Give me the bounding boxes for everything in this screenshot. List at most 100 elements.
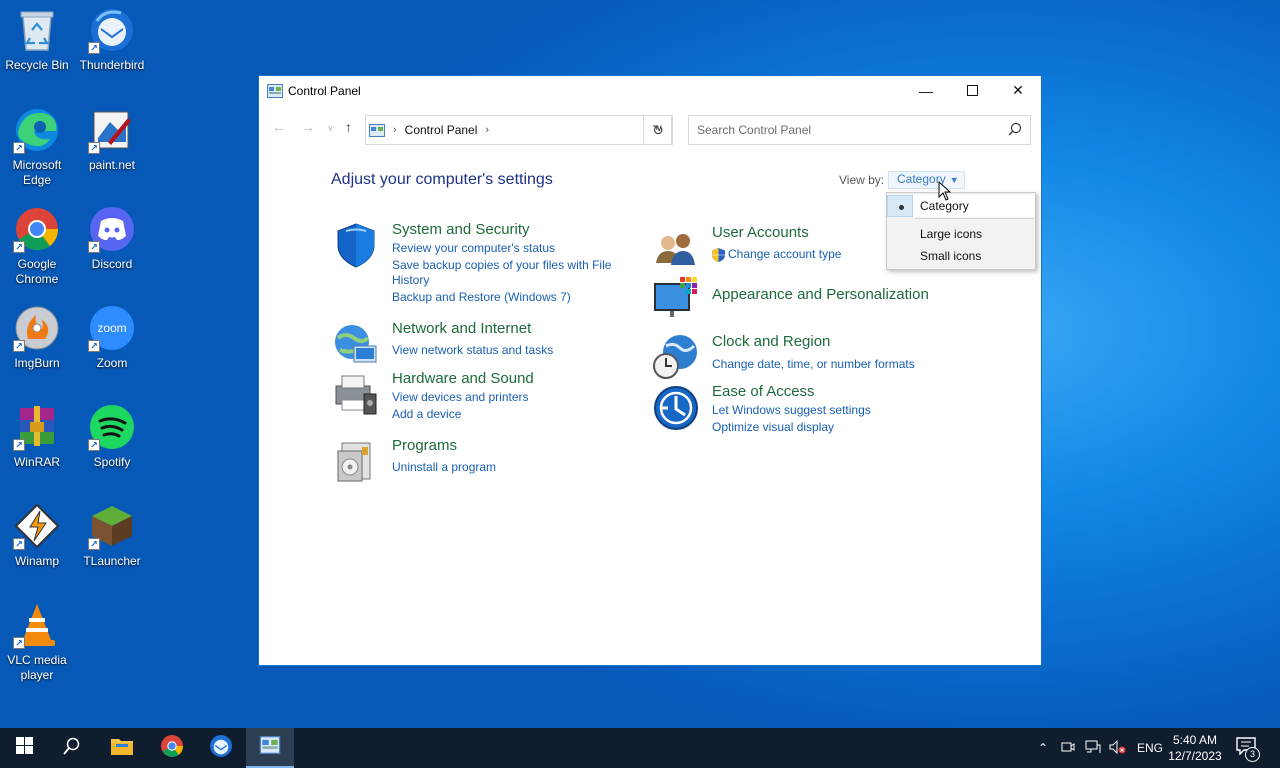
- shortcut-arrow-icon: ↗: [88, 42, 100, 54]
- title-bar[interactable]: Control Panel — ✕: [259, 76, 1041, 105]
- menu-item-small-icons[interactable]: Small icons: [887, 245, 1035, 267]
- view-network-status-link[interactable]: View network status and tasks: [392, 343, 553, 357]
- zoom-icon: zoom ↗: [88, 304, 136, 352]
- desktop-icon-paintnet[interactable]: ↗ paint.net: [75, 100, 149, 192]
- clock-time: 5:40 AM: [1172, 733, 1218, 747]
- view-by-dropdown[interactable]: Category ▼: [888, 171, 965, 189]
- change-account-type-link[interactable]: Change account type: [728, 247, 841, 261]
- desktop-icon-winrar[interactable]: ↗ WinRAR: [0, 397, 74, 489]
- search-icon[interactable]: [1008, 122, 1022, 136]
- uninstall-program-link[interactable]: Uninstall a program: [392, 460, 496, 474]
- menu-item-large-icons[interactable]: Large icons: [887, 223, 1035, 245]
- desktop-icon-zoom[interactable]: zoom ↗ Zoom: [75, 298, 149, 390]
- desktop-icon-imgburn[interactable]: ↗ ImgBurn: [0, 298, 74, 390]
- category-title[interactable]: Programs: [392, 437, 457, 454]
- show-hidden-icons-chevron-icon[interactable]: ⌃: [1035, 741, 1051, 755]
- shortcut-arrow-icon: ↗: [88, 241, 100, 253]
- save-backup-link[interactable]: Save backup copies of your files with Fi…: [392, 258, 611, 272]
- search-input[interactable]: [697, 123, 997, 137]
- taskbar-thunderbird[interactable]: [197, 728, 245, 768]
- shortcut-arrow-icon: ↗: [13, 142, 25, 154]
- desktop-icon-thunderbird[interactable]: ↗ Thunderbird: [75, 0, 149, 92]
- minimize-icon: —: [919, 82, 933, 99]
- change-date-time-link[interactable]: Change date, time, or number formats: [712, 357, 915, 371]
- desktop-icon-winamp[interactable]: ↗ Winamp: [0, 496, 74, 588]
- breadcrumb-control-panel[interactable]: Control Panel: [405, 123, 478, 137]
- taskbar-search-button[interactable]: [48, 728, 96, 768]
- desktop-icon-chrome[interactable]: ↗ Google Chrome: [0, 199, 74, 291]
- desktop-icon-spotify[interactable]: ↗ Spotify: [75, 397, 149, 489]
- view-devices-link[interactable]: View devices and printers: [392, 390, 529, 404]
- imgburn-icon: ↗: [13, 304, 61, 352]
- review-status-link[interactable]: Review your computer's status: [392, 241, 555, 255]
- refresh-button[interactable]: ↻: [643, 115, 673, 145]
- back-arrow-icon[interactable]: ←: [272, 119, 286, 135]
- category-title[interactable]: System and Security: [392, 221, 530, 238]
- breadcrumb-separator-icon[interactable]: ›: [485, 124, 489, 136]
- volume-muted-icon[interactable]: [1109, 739, 1127, 757]
- add-device-link[interactable]: Add a device: [392, 407, 461, 421]
- security-shield-icon: [332, 221, 380, 269]
- menu-item-category[interactable]: Category: [887, 195, 1035, 217]
- recent-locations-chevron-icon[interactable]: ∨: [327, 123, 334, 134]
- spotify-icon: ↗: [88, 403, 136, 451]
- optimize-visual-display-link[interactable]: Optimize visual display: [712, 420, 834, 434]
- vlc-icon: ↗: [13, 601, 61, 649]
- category-title[interactable]: Ease of Access: [712, 383, 815, 400]
- clock-globe-icon: [652, 332, 700, 380]
- desktop-icon-vlc[interactable]: ↗ VLC media player: [0, 595, 74, 687]
- category-title[interactable]: Clock and Region: [712, 333, 830, 350]
- forward-arrow-icon[interactable]: →: [301, 119, 315, 135]
- save-backup-link-line2[interactable]: History: [392, 273, 429, 287]
- recycle-bin-icon: [13, 6, 61, 54]
- breadcrumb-separator-icon[interactable]: ›: [393, 124, 397, 136]
- desktop-icon-edge[interactable]: ↗ Microsoft Edge: [0, 100, 74, 192]
- maximize-button[interactable]: [949, 76, 995, 105]
- shortcut-arrow-icon: ↗: [13, 637, 25, 649]
- category-title[interactable]: Network and Internet: [392, 320, 531, 337]
- network-icon[interactable]: [1085, 740, 1101, 757]
- category-title[interactable]: User Accounts: [712, 224, 809, 241]
- desktop-icon-label: paint.net: [88, 158, 136, 172]
- shortcut-arrow-icon: ↗: [13, 439, 25, 451]
- taskbar-file-explorer[interactable]: [98, 728, 146, 768]
- desktop-icon-recycle-bin[interactable]: Recycle Bin: [0, 0, 74, 92]
- search-box[interactable]: [688, 115, 1031, 145]
- thunderbird-icon: ↗: [88, 6, 136, 54]
- view-by-label: View by:: [839, 173, 885, 187]
- category-title[interactable]: Appearance and Personalization: [712, 286, 929, 303]
- control-panel-crumb-icon: [369, 123, 385, 137]
- meet-now-icon[interactable]: [1061, 740, 1077, 757]
- minimize-button[interactable]: —: [903, 76, 949, 105]
- language-indicator[interactable]: ENG: [1137, 741, 1163, 755]
- up-arrow-icon[interactable]: ↑: [345, 119, 352, 135]
- printer-icon: [332, 370, 380, 418]
- taskbar-chrome[interactable]: [148, 728, 196, 768]
- desktop-icon-label: Google Chrome: [15, 257, 59, 286]
- network-globe-icon: [332, 320, 380, 368]
- zoom-icon-text: zoom: [97, 321, 126, 335]
- chrome-icon: [160, 734, 184, 763]
- mouse-cursor-icon: [938, 180, 952, 201]
- taskbar: ⌃ ENG 5:40 AM 12/7/2023: [0, 728, 1280, 768]
- desktop-icon-label: Thunderbird: [79, 58, 145, 72]
- desktop-icon-discord[interactable]: ↗ Discord: [75, 199, 149, 291]
- menu-item-label: Large icons: [920, 227, 983, 241]
- notification-count-badge: 3: [1245, 747, 1260, 762]
- desktop-icon-tlauncher[interactable]: ↗ TLauncher: [75, 496, 149, 588]
- ease-of-access-icon: [652, 382, 700, 430]
- address-bar[interactable]: › Control Panel › ∨: [365, 115, 672, 145]
- menu-item-label: Category: [920, 199, 969, 213]
- search-icon: [63, 737, 81, 760]
- control-panel-icon: [259, 735, 281, 759]
- start-button[interactable]: [0, 728, 48, 768]
- desktop-icon-label: Spotify: [93, 455, 131, 469]
- close-button[interactable]: ✕: [995, 76, 1041, 105]
- backup-restore-link[interactable]: Backup and Restore (Windows 7): [392, 290, 571, 304]
- taskbar-control-panel[interactable]: [246, 728, 294, 768]
- let-windows-suggest-link[interactable]: Let Windows suggest settings: [712, 403, 871, 417]
- menu-divider: [915, 218, 1033, 219]
- clock[interactable]: 5:40 AM 12/7/2023: [1165, 732, 1225, 764]
- programs-icon: [332, 437, 380, 485]
- category-title[interactable]: Hardware and Sound: [392, 370, 534, 387]
